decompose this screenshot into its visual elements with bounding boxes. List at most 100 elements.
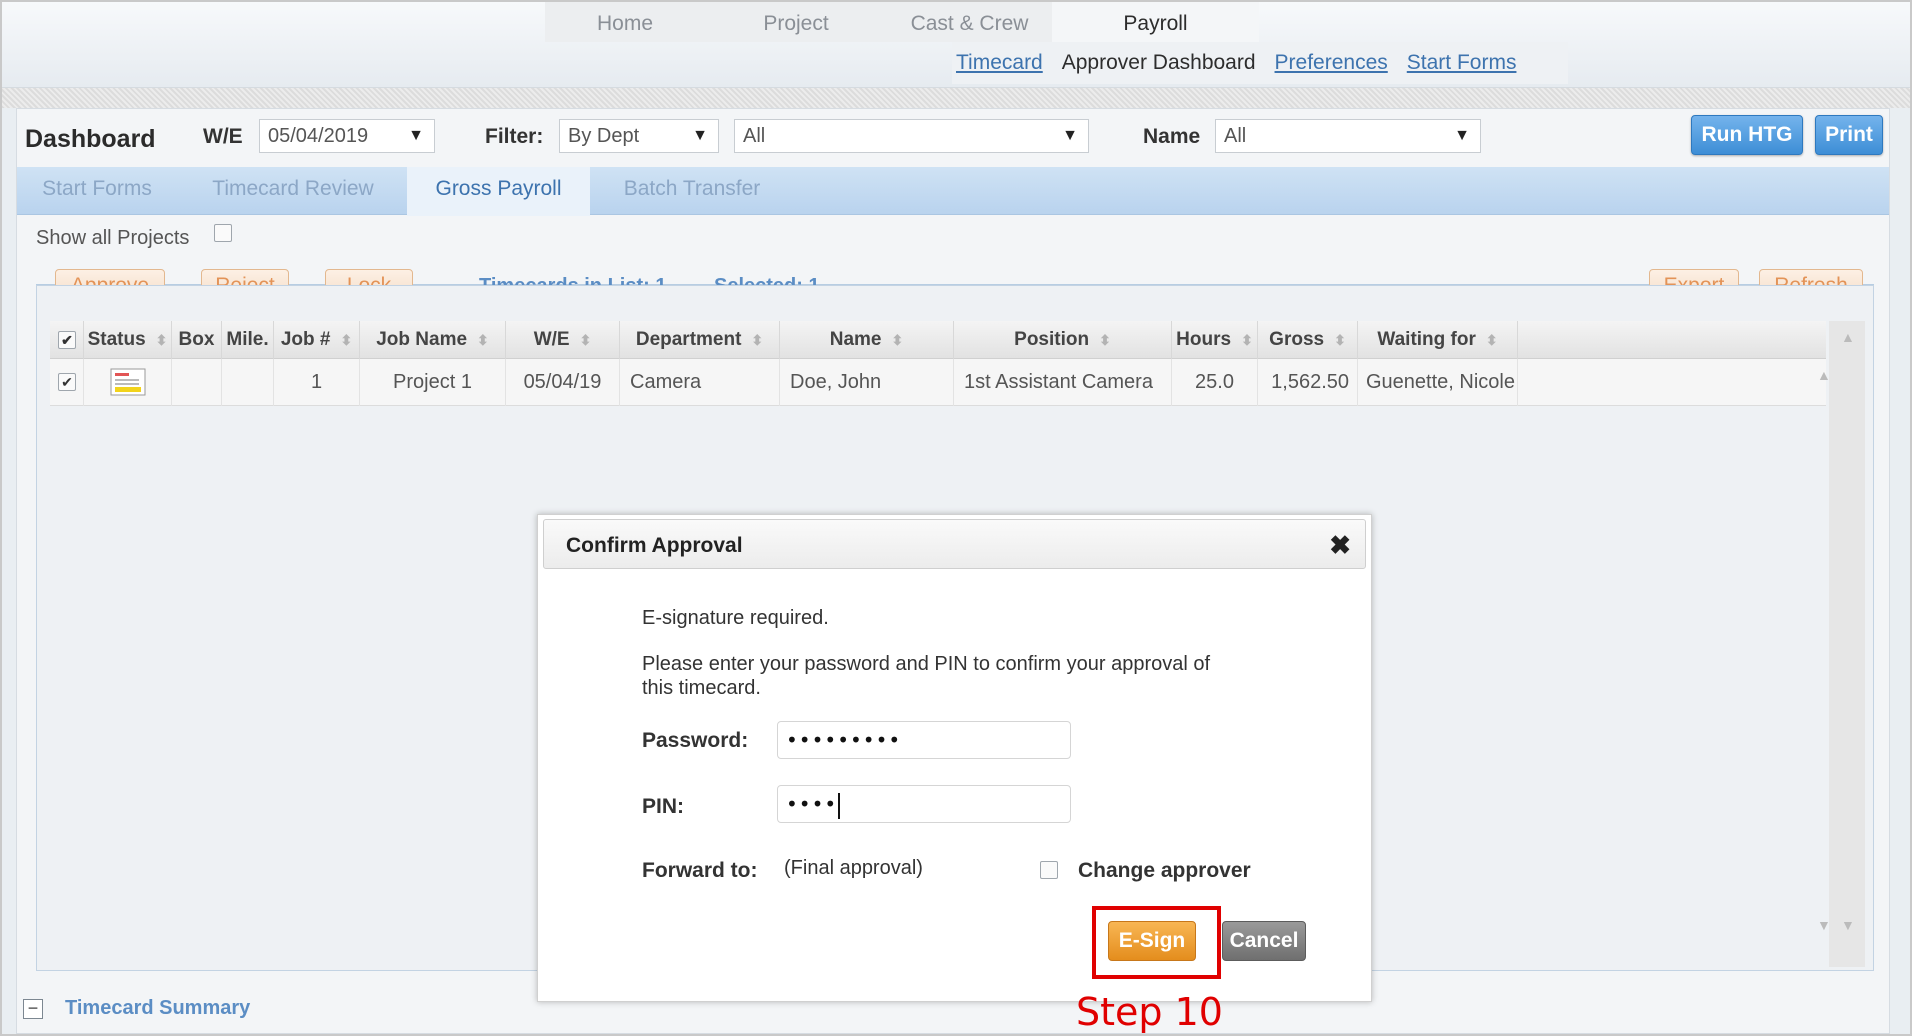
we-label: W/E bbox=[203, 125, 243, 148]
col-department[interactable]: Department ⬍ bbox=[620, 321, 780, 359]
sort-icon: ⬍ bbox=[1241, 332, 1253, 348]
name-select[interactable]: All ▼ bbox=[1215, 119, 1481, 153]
col-we[interactable]: W/E ⬍ bbox=[506, 321, 620, 359]
sort-icon: ⬍ bbox=[1099, 332, 1111, 348]
we-cell: 05/04/19 bbox=[506, 359, 620, 406]
forward-to-value: (Final approval) bbox=[784, 857, 923, 879]
sort-icon: ⬍ bbox=[340, 332, 353, 348]
close-icon[interactable]: ✖ bbox=[1329, 530, 1351, 561]
tab-start-forms[interactable]: Start Forms bbox=[17, 167, 177, 215]
mile-cell bbox=[222, 359, 274, 406]
tab-batch-transfer[interactable]: Batch Transfer bbox=[597, 167, 787, 215]
col-department-label: Department bbox=[635, 329, 742, 350]
pin-field[interactable]: •••• bbox=[777, 785, 1071, 823]
filter-select-value: By Dept bbox=[568, 125, 640, 147]
instructions-text-line2: this timecard. bbox=[642, 677, 761, 699]
collapse-icon[interactable]: − bbox=[23, 999, 43, 1019]
col-position[interactable]: Position ⬍ bbox=[954, 321, 1172, 359]
sort-icon: ⬍ bbox=[1334, 332, 1346, 348]
col-position-label: Position bbox=[1014, 329, 1090, 350]
pin-value: •••• bbox=[786, 792, 838, 816]
run-htg-button[interactable]: Run HTG bbox=[1691, 115, 1803, 155]
name-cell: Doe, John bbox=[780, 359, 954, 406]
dialog-title: Confirm Approval bbox=[566, 534, 743, 557]
scroll-down-icon[interactable]: ▼ bbox=[1817, 917, 1831, 933]
filter-select[interactable]: By Dept ▼ bbox=[559, 119, 719, 153]
filter-value-select-value: All bbox=[743, 125, 766, 147]
step-highlight-box bbox=[1092, 906, 1221, 979]
sort-icon: ⬍ bbox=[579, 332, 592, 348]
change-approver-label[interactable]: Change approver bbox=[1078, 859, 1251, 883]
print-button[interactable]: Print bbox=[1815, 115, 1883, 155]
col-mile[interactable]: Mile. bbox=[222, 321, 274, 359]
table-header: ✔ Status ⬍ Box Mile. Job # ⬍ Job Name ⬍ W/E… bbox=[50, 321, 1826, 359]
nav-home[interactable]: Home bbox=[545, 2, 705, 42]
password-value: ••••••••• bbox=[786, 728, 902, 752]
timecard-summary-toggle[interactable]: Timecard Summary bbox=[65, 997, 250, 1020]
filter-value-select[interactable]: All ▼ bbox=[734, 119, 1089, 153]
col-job-no[interactable]: Job # ⬍ bbox=[274, 321, 360, 359]
chevron-down-icon: ▼ bbox=[692, 127, 708, 144]
timecard-status-icon[interactable] bbox=[110, 368, 146, 396]
scroll-up-icon[interactable]: ▲ bbox=[1841, 329, 1855, 345]
col-waiting-for-label: Waiting for bbox=[1377, 329, 1476, 350]
table-row[interactable]: ✔ 1 Project 1 05/04/19 Camera Doe, John … bbox=[50, 359, 1826, 406]
col-box[interactable]: Box bbox=[172, 321, 222, 359]
step-annotation: Step 10 bbox=[1076, 990, 1223, 1034]
password-label: Password: bbox=[642, 729, 749, 752]
tab-bar: Start Forms Timecard Review Gross Payrol… bbox=[17, 167, 1889, 216]
esignature-required-text: E-signature required. bbox=[642, 607, 829, 629]
chevron-down-icon: ▼ bbox=[408, 127, 424, 144]
subnav-start-forms[interactable]: Start Forms bbox=[1407, 51, 1517, 75]
sort-icon: ⬍ bbox=[1485, 332, 1498, 348]
nav-payroll[interactable]: Payroll bbox=[1052, 2, 1259, 42]
name-label: Name bbox=[1143, 125, 1201, 148]
job-no-cell: 1 bbox=[274, 359, 360, 406]
change-approver-checkbox[interactable] bbox=[1040, 861, 1058, 879]
row-select-cell: ✔ bbox=[50, 359, 84, 406]
hours-cell: 25.0 bbox=[1172, 359, 1258, 406]
department-cell: Camera bbox=[620, 359, 780, 406]
box-cell bbox=[172, 359, 222, 406]
col-hours[interactable]: Hours ⬍ bbox=[1172, 321, 1258, 359]
vertical-scrollbar[interactable]: ▲ ▲ ▼ ▼ bbox=[1817, 321, 1865, 967]
col-job-name-label: Job Name bbox=[376, 329, 468, 350]
col-gross[interactable]: Gross ⬍ bbox=[1258, 321, 1358, 359]
filter-label: Filter: bbox=[485, 125, 544, 148]
col-status[interactable]: Status ⬍ bbox=[84, 321, 172, 359]
dashboard-toolbar: Dashboard W/E 05/04/2019 ▼ Filter: By De… bbox=[17, 109, 1889, 167]
col-job-no-label: Job # bbox=[280, 329, 331, 350]
subnav-approver-dashboard[interactable]: Approver Dashboard bbox=[1062, 51, 1256, 75]
chevron-down-icon: ▼ bbox=[1062, 127, 1078, 144]
row-checkbox[interactable]: ✔ bbox=[58, 373, 76, 391]
sort-icon: ⬍ bbox=[751, 332, 764, 348]
status-cell bbox=[84, 359, 172, 406]
name-select-value: All bbox=[1224, 125, 1247, 147]
sub-nav: Timecard Approver Dashboard Preferences … bbox=[952, 42, 1568, 84]
subnav-preferences[interactable]: Preferences bbox=[1275, 51, 1388, 75]
col-status-label: Status bbox=[87, 329, 146, 350]
select-all-cell: ✔ bbox=[50, 321, 84, 359]
sort-icon: ⬍ bbox=[155, 332, 168, 348]
subnav-timecard[interactable]: Timecard bbox=[956, 51, 1043, 75]
tab-gross-payroll[interactable]: Gross Payroll bbox=[407, 167, 590, 216]
scroll-up-icon[interactable]: ▲ bbox=[1817, 367, 1831, 383]
scroll-down-icon[interactable]: ▼ bbox=[1841, 917, 1855, 933]
page-title: Dashboard bbox=[25, 125, 156, 153]
show-all-projects-checkbox[interactable] bbox=[214, 224, 232, 242]
we-select-value: 05/04/2019 bbox=[268, 125, 369, 147]
password-field[interactable]: ••••••••• bbox=[777, 721, 1071, 759]
col-job-name[interactable]: Job Name ⬍ bbox=[360, 321, 506, 359]
main-nav: Home Project Cast & Crew Payroll bbox=[545, 2, 1259, 42]
select-all-checkbox[interactable]: ✔ bbox=[58, 331, 76, 349]
cancel-button[interactable]: Cancel bbox=[1222, 921, 1306, 961]
col-name[interactable]: Name ⬍ bbox=[780, 321, 954, 359]
position-cell: 1st Assistant Camera bbox=[954, 359, 1172, 406]
we-select[interactable]: 05/04/2019 ▼ bbox=[259, 119, 435, 153]
col-waiting-for[interactable]: Waiting for ⬍ bbox=[1358, 321, 1518, 359]
col-name-label: Name bbox=[829, 329, 882, 350]
sort-icon: ⬍ bbox=[891, 332, 904, 348]
tab-timecard-review[interactable]: Timecard Review bbox=[193, 167, 393, 215]
nav-project[interactable]: Project bbox=[705, 2, 887, 42]
nav-cast-crew[interactable]: Cast & Crew bbox=[887, 2, 1052, 42]
